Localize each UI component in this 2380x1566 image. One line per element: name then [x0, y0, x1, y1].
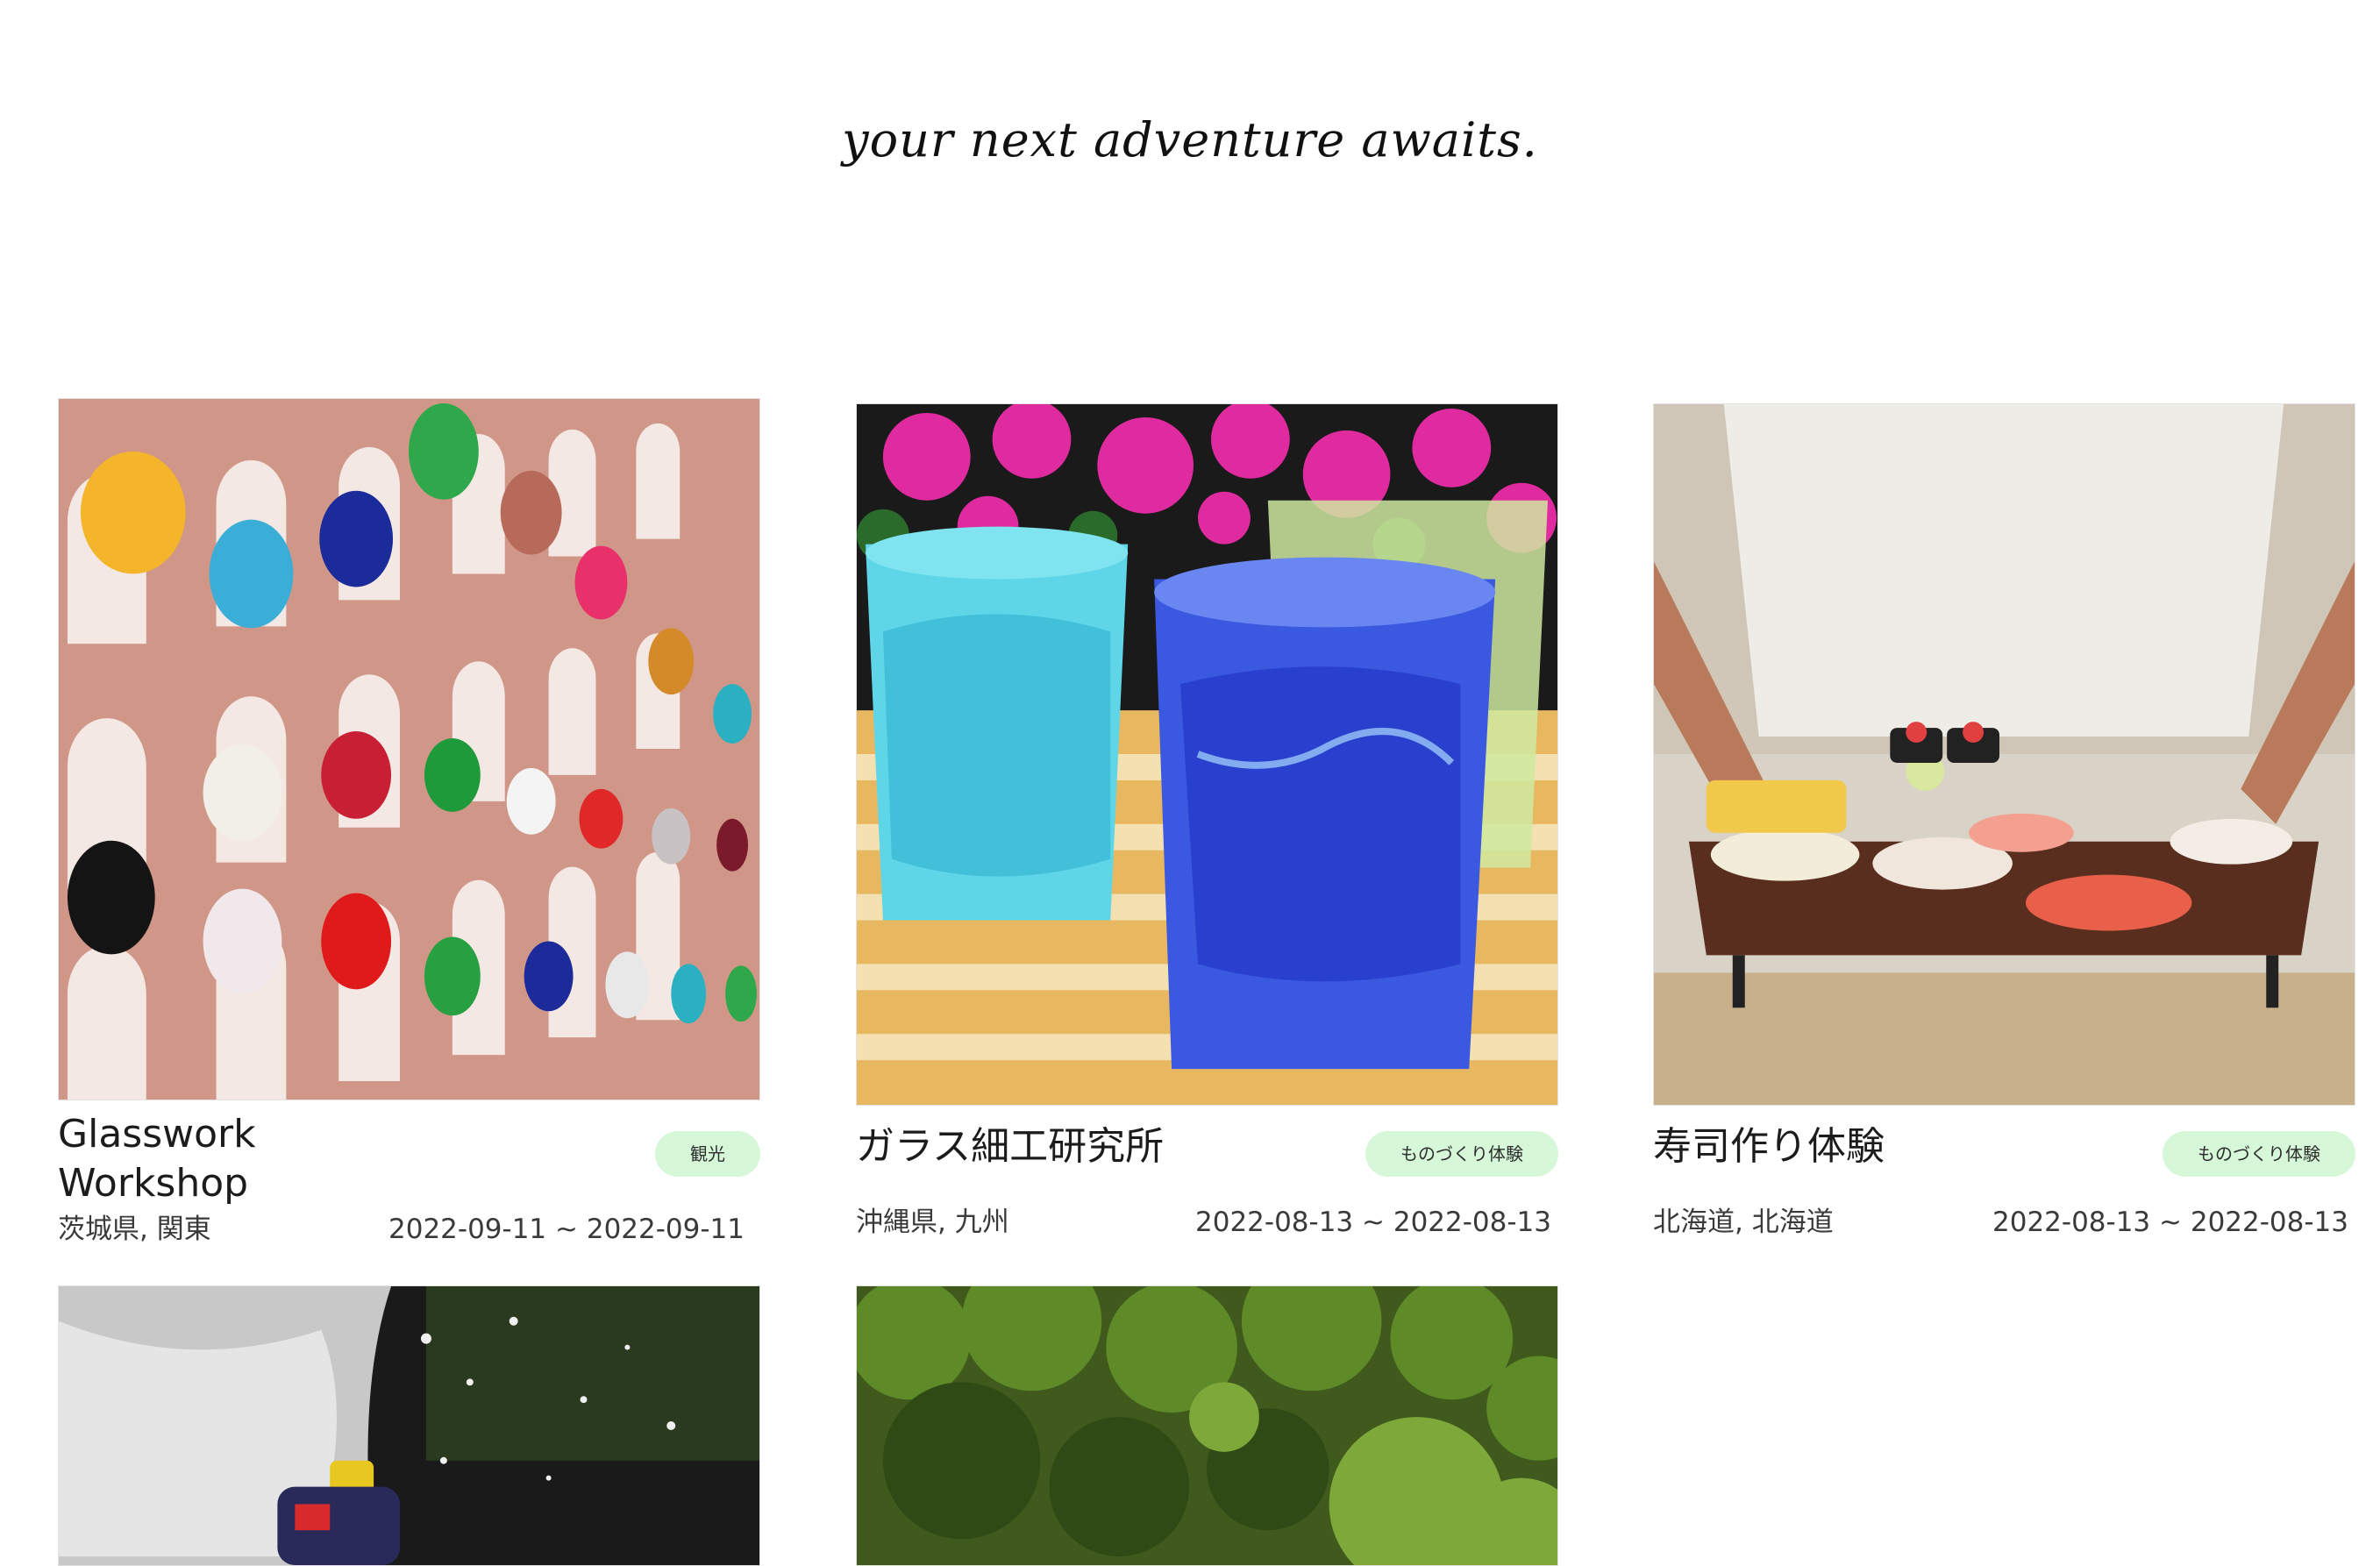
card-dates: 2022-08-13 ~ 2022-08-13 [1992, 1207, 2348, 1238]
card-dates: 2022-08-13 ~ 2022-08-13 [1195, 1207, 1551, 1238]
card-location: 茨城県, 関東 [58, 1214, 211, 1245]
card-image[interactable] [856, 403, 1558, 1106]
experience-card[interactable] [58, 1285, 760, 1566]
card-image[interactable] [1653, 403, 2355, 1106]
card-title[interactable]: ガラス細工研究所 [856, 1122, 1164, 1171]
category-badge[interactable]: ものづくり体験 [1365, 1131, 1558, 1177]
glass-vases-photo [59, 399, 759, 1100]
card-title[interactable]: 寿司作り体験 [1653, 1122, 1885, 1171]
card-title[interactable]: Glasswork Workshop [58, 1110, 256, 1208]
forest-foliage-photo [857, 1286, 1557, 1565]
experience-card[interactable]: Glasswork Workshop 観光 茨城県, 関東 2022-09-11… [58, 398, 760, 1249]
sushi-platter-photo [1654, 404, 2355, 1105]
experience-card[interactable]: ガラス細工研究所 ものづくり体験 沖縄県, 九州 2022-08-13 ~ 20… [856, 403, 1558, 1245]
experience-card[interactable] [856, 1285, 1558, 1566]
experience-card[interactable]: 寿司作り体験 ものづくり体験 北海道, 北海道 2022-08-13 ~ 202… [1653, 403, 2355, 1245]
card-image[interactable] [856, 1285, 1558, 1566]
card-title-line2: Workshop [58, 1161, 249, 1206]
tagline: your next adventure awaits. [842, 112, 1538, 167]
category-badge[interactable]: ものづくり体験 [2163, 1131, 2355, 1177]
card-image[interactable] [58, 1285, 760, 1566]
card-title-line1: Glasswork [58, 1112, 256, 1157]
water-splash-photo [59, 1286, 759, 1565]
card-image[interactable] [58, 398, 760, 1100]
card-location: 北海道, 北海道 [1653, 1207, 1834, 1238]
card-dates: 2022-09-11 ~ 2022-09-11 [388, 1214, 745, 1245]
card-location: 沖縄県, 九州 [856, 1207, 1009, 1238]
category-badge[interactable]: 観光 [655, 1131, 760, 1177]
glass-tumblers-photo [857, 404, 1557, 1105]
